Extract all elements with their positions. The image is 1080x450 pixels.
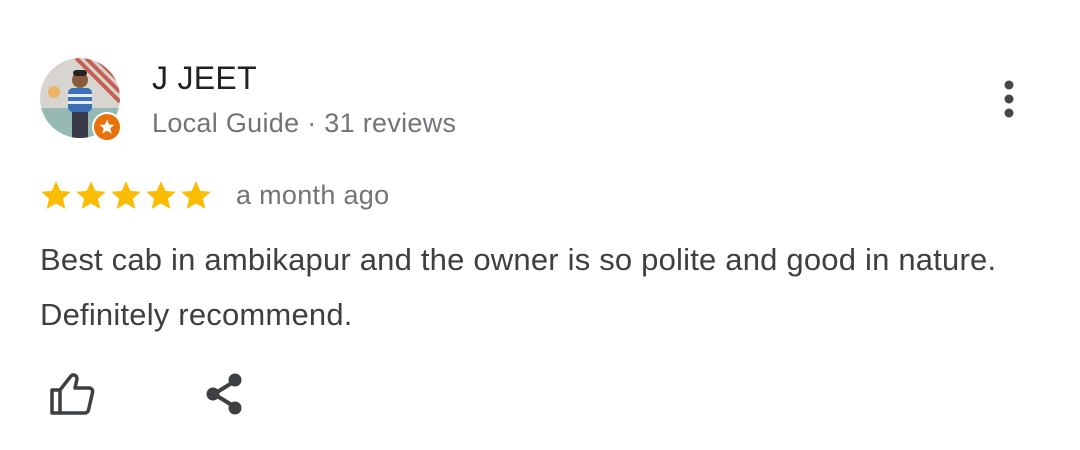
more-vert-icon — [1004, 80, 1014, 118]
reviewer-avatar[interactable] — [40, 58, 124, 142]
thumb-up-icon — [50, 373, 95, 415]
review-text: Best cab in ambikapur and the owner is s… — [40, 242, 997, 332]
review-date: a month ago — [236, 180, 390, 210]
local-guide-badge — [92, 112, 122, 142]
reviewer-meta: Local Guide · 31 reviews — [152, 108, 457, 138]
star-icon — [41, 181, 71, 209]
like-button[interactable] — [40, 362, 104, 426]
star-icon — [146, 181, 176, 209]
more-options-button[interactable] — [986, 74, 1032, 124]
star-icon — [181, 181, 211, 209]
share-icon — [206, 373, 242, 415]
reviewer-name[interactable]: J JEET — [152, 60, 257, 97]
star-icon — [76, 181, 106, 209]
star-rating — [38, 178, 213, 214]
share-button[interactable] — [192, 362, 256, 426]
local-guide-star-icon — [94, 114, 120, 140]
star-icon — [111, 181, 141, 209]
